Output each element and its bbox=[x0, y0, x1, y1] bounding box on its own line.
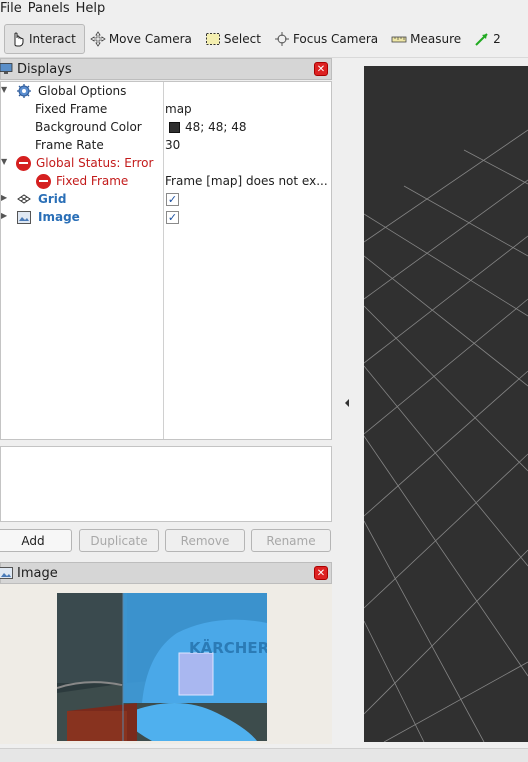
overlay-text: KÄRCHER bbox=[189, 638, 267, 657]
displays-close-button[interactable]: ✕ bbox=[314, 62, 328, 76]
image-icon bbox=[17, 210, 31, 224]
3d-render-view[interactable] bbox=[364, 66, 528, 742]
collapse-left-icon[interactable] bbox=[343, 398, 351, 408]
expand-arrow-icon[interactable]: ▼ bbox=[1, 85, 9, 94]
measure-tool-button[interactable]: Measure bbox=[386, 24, 469, 54]
image-icon bbox=[0, 567, 13, 579]
gear-icon bbox=[17, 84, 31, 98]
grid-label: Grid bbox=[38, 192, 67, 206]
focus-camera-label: Focus Camera bbox=[292, 31, 379, 46]
segmented-camera-frame: KÄRCHER bbox=[57, 593, 267, 741]
fixed-frame-status-label: Fixed Frame bbox=[56, 174, 129, 188]
expand-arrow-icon[interactable]: ▼ bbox=[1, 157, 9, 166]
fixed-frame-label: Fixed Frame bbox=[35, 102, 108, 116]
remove-button[interactable]: Remove bbox=[165, 529, 245, 552]
duplicate-button[interactable]: Duplicate bbox=[79, 529, 159, 552]
close-icon: ✕ bbox=[316, 568, 326, 579]
image-view: KÄRCHER bbox=[0, 584, 332, 744]
focus-target-icon bbox=[273, 30, 291, 48]
image-enabled-checkbox[interactable]: ✓ bbox=[166, 210, 179, 224]
focus-camera-tool-button[interactable]: Focus Camera bbox=[269, 24, 386, 54]
select-box-icon bbox=[204, 30, 222, 48]
ruler-icon bbox=[390, 30, 408, 48]
grid-display-row[interactable]: ▶ Grid ✓ bbox=[1, 190, 331, 208]
error-icon bbox=[36, 173, 51, 189]
frame-rate-value[interactable]: 30 bbox=[165, 138, 180, 152]
select-label: Select bbox=[223, 31, 261, 46]
grid-enabled-checkbox[interactable]: ✓ bbox=[166, 192, 179, 206]
measure-label: Measure bbox=[410, 31, 462, 46]
hand-pointer-icon bbox=[9, 30, 27, 48]
description-box bbox=[0, 446, 332, 522]
menu-file[interactable]: File bbox=[0, 0, 28, 18]
fixed-frame-status-row[interactable]: Fixed Frame Frame [map] does not ex... bbox=[1, 172, 331, 190]
displays-tree: ▼ Global Options Fixed Frame map Backgro… bbox=[0, 81, 332, 440]
background-color-value[interactable]: 48; 48; 48 bbox=[185, 120, 247, 134]
monitor-icon bbox=[0, 63, 13, 74]
image-panel-close-button[interactable]: ✕ bbox=[314, 566, 328, 580]
grid-icon bbox=[17, 194, 31, 204]
collapse-arrow-icon[interactable]: ▶ bbox=[1, 211, 9, 220]
collapse-arrow-icon[interactable]: ▶ bbox=[1, 193, 9, 202]
global-status-label: Global Status: Error bbox=[36, 156, 154, 170]
color-swatch[interactable] bbox=[169, 121, 180, 133]
fixed-frame-value[interactable]: map bbox=[165, 102, 192, 116]
move-camera-tool-button[interactable]: Move Camera bbox=[85, 24, 200, 54]
image-panel-header: Image ✕ bbox=[0, 562, 332, 584]
frame-rate-row[interactable]: Frame Rate 30 bbox=[1, 136, 331, 154]
camera-image: KÄRCHER bbox=[57, 593, 267, 741]
pose-estimate-label: 2 bbox=[493, 31, 501, 46]
global-options-row[interactable]: ▼ Global Options bbox=[1, 82, 331, 100]
toolbar: Interact Move Camera Select Focus Camera… bbox=[0, 20, 528, 58]
grid-floor bbox=[364, 129, 528, 742]
interact-label: Interact bbox=[29, 31, 76, 46]
green-arrow-icon bbox=[473, 30, 491, 48]
interact-tool-button[interactable]: Interact bbox=[4, 23, 85, 54]
menu-help[interactable]: Help bbox=[76, 0, 112, 18]
background-color-row[interactable]: Background Color 48; 48; 48 bbox=[1, 118, 331, 136]
displays-panel-header: Displays ✕ bbox=[0, 58, 332, 80]
pose-estimate-tool-button[interactable]: 2 bbox=[469, 24, 509, 54]
image-label: Image bbox=[38, 210, 80, 224]
fixed-frame-row[interactable]: Fixed Frame map bbox=[1, 100, 331, 118]
menu-bar: File Panels Help bbox=[0, 0, 528, 18]
move-arrows-icon bbox=[89, 30, 107, 48]
image-panel-title: Image bbox=[17, 565, 58, 581]
frame-rate-label: Frame Rate bbox=[35, 138, 104, 152]
close-icon: ✕ bbox=[316, 64, 326, 75]
global-options-label: Global Options bbox=[38, 84, 127, 98]
move-camera-label: Move Camera bbox=[108, 31, 192, 46]
status-bar bbox=[0, 748, 528, 762]
select-tool-button[interactable]: Select bbox=[200, 24, 269, 54]
status-message: Frame [map] does not ex... bbox=[165, 174, 328, 188]
background-color-label: Background Color bbox=[35, 120, 142, 134]
image-display-row[interactable]: ▶ Image ✓ bbox=[1, 208, 331, 226]
add-button[interactable]: Add bbox=[0, 529, 72, 552]
global-status-row[interactable]: ▼ Global Status: Error bbox=[1, 154, 331, 172]
displays-title: Displays bbox=[17, 61, 72, 77]
rename-button[interactable]: Rename bbox=[251, 529, 331, 552]
error-icon bbox=[16, 155, 31, 171]
menu-panels[interactable]: Panels bbox=[28, 0, 76, 18]
panel-splitter[interactable] bbox=[334, 58, 362, 748]
